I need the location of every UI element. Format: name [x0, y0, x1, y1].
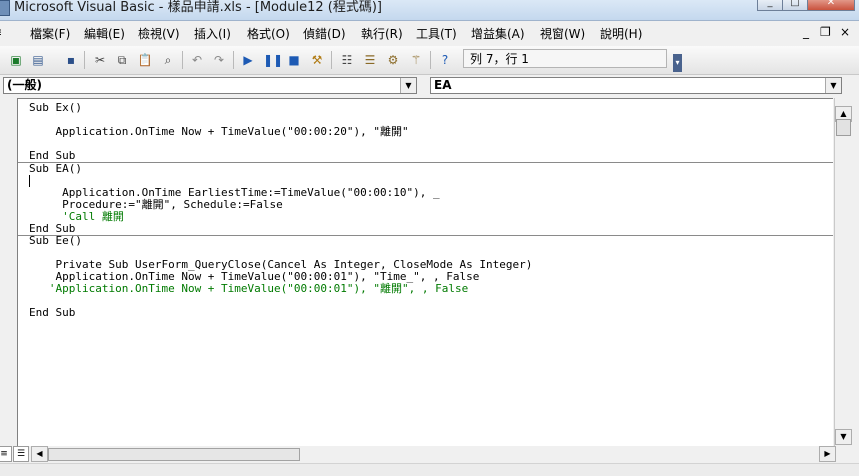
menu-file[interactable]: 檔案(F) — [30, 25, 70, 42]
title-bar: Microsoft Visual Basic - 樣品申請.xls - [Mod… — [0, 0, 859, 21]
full-module-view-icon[interactable]: ☰ — [13, 446, 29, 462]
menu-format[interactable]: 格式(O) — [247, 25, 290, 42]
mdi-restore-button[interactable]: ❐ — [820, 25, 831, 39]
menu-bar: ≡ 檔案(F) 編輯(E) 檢視(V) 插入(I) 格式(O) 偵錯(D) 執行… — [0, 21, 859, 45]
help-icon[interactable]: ? — [437, 52, 453, 68]
code-line[interactable]: 'Application.OnTime Now + TimeValue("00:… — [29, 283, 468, 295]
menu-insert[interactable]: 插入(I) — [194, 25, 231, 42]
menu-view[interactable]: 檢視(V) — [138, 25, 180, 42]
mdi-close-button[interactable]: × — [840, 25, 850, 39]
vertical-scrollbar[interactable]: ▲ ▼ — [834, 98, 852, 446]
insert-module-icon[interactable]: ▤ — [30, 52, 46, 68]
object-combo[interactable]: (一般) ▼ — [3, 77, 417, 94]
toolbar-separator — [331, 51, 332, 69]
find-icon[interactable]: ⌕ — [160, 52, 176, 68]
horizontal-scroll-thumb[interactable] — [48, 448, 300, 461]
mdi-minimize-button[interactable]: _ — [803, 25, 809, 39]
toolbar-options-icon[interactable]: ▾ — [673, 54, 682, 72]
paste-icon[interactable]: 📋 — [137, 52, 153, 68]
minimize-button[interactable]: _ — [757, 0, 783, 11]
code-line[interactable]: End Sub — [29, 307, 75, 319]
margin-indicator-bar[interactable] — [0, 98, 16, 446]
code-line[interactable]: Application.OnTime Now + TimeValue("00:0… — [29, 126, 408, 138]
procedure-separator — [18, 235, 833, 236]
undo-icon[interactable]: ↶ — [189, 52, 205, 68]
code-line[interactable]: Sub EA() — [29, 163, 82, 175]
copy-icon[interactable]: ⧉ — [114, 52, 130, 68]
vertical-scroll-thumb[interactable] — [836, 119, 851, 136]
design-mode-icon[interactable]: ⚒ — [309, 52, 325, 68]
menu-mdi-icon[interactable]: ≡ — [0, 25, 2, 39]
code-line[interactable]: End Sub — [29, 150, 75, 162]
procedure-combo[interactable]: EA ▼ — [430, 77, 842, 94]
properties-icon[interactable]: ☰ — [362, 52, 378, 68]
menu-edit[interactable]: 編輯(E) — [84, 25, 125, 42]
code-editor[interactable]: Sub Ex() Application.OnTime Now + TimeVa… — [17, 98, 833, 447]
project-explorer-icon[interactable]: ☷ — [339, 52, 355, 68]
menu-debug[interactable]: 偵錯(D) — [303, 25, 346, 42]
code-line[interactable]: Sub Ex() — [29, 102, 82, 114]
procedure-combo-value: EA — [434, 78, 452, 92]
menu-help[interactable]: 說明(H) — [600, 25, 642, 42]
cursor-position-display: 列 7，行 1 — [463, 49, 667, 68]
code-line[interactable]: Sub Ee() — [29, 235, 82, 247]
close-button[interactable]: ✕ — [807, 0, 855, 11]
menu-addins[interactable]: 增益集(A) — [471, 25, 525, 42]
standard-toolbar: ▣ ▤ ▪ ✂ ⧉ 📋 ⌕ ↶ ↷ ▶ ❚❚ ■ ⚒ ☷ ☰ ⚙ ⚚ ? 列 7… — [0, 46, 859, 75]
reset-icon[interactable]: ■ — [286, 52, 302, 68]
menu-tools[interactable]: 工具(T) — [416, 25, 457, 42]
status-bar — [0, 463, 859, 476]
redo-icon[interactable]: ↷ — [211, 52, 227, 68]
toolbar-separator — [233, 51, 234, 69]
view-and-hscroll-bar: ≡ ☰ ◀ ▶ — [0, 446, 859, 463]
toolbar-separator — [182, 51, 183, 69]
cut-icon[interactable]: ✂ — [92, 52, 108, 68]
save-icon[interactable]: ▪ — [63, 52, 79, 68]
vbe-app-icon[interactable] — [0, 0, 10, 16]
toolbar-separator — [430, 51, 431, 69]
toolbar-separator — [84, 51, 85, 69]
scroll-right-icon[interactable]: ▶ — [819, 446, 836, 462]
menu-window[interactable]: 視窗(W) — [540, 25, 585, 42]
window-title: Microsoft Visual Basic - 樣品申請.xls - [Mod… — [14, 0, 383, 15]
toolbox-icon[interactable]: ⚚ — [408, 52, 424, 68]
scroll-left-icon[interactable]: ◀ — [31, 446, 48, 462]
maximize-button[interactable]: □ — [782, 0, 808, 11]
procedure-view-icon[interactable]: ≡ — [0, 446, 12, 462]
scroll-down-icon[interactable]: ▼ — [835, 429, 852, 445]
menu-run[interactable]: 執行(R) — [361, 25, 403, 42]
chevron-down-icon[interactable]: ▼ — [400, 78, 416, 93]
object-browser-icon[interactable]: ⚙ — [385, 52, 401, 68]
object-combo-value: (一般) — [7, 78, 42, 92]
excel-view-icon[interactable]: ▣ — [8, 52, 24, 68]
break-icon[interactable]: ❚❚ — [263, 52, 283, 68]
run-icon[interactable]: ▶ — [240, 52, 256, 68]
chevron-down-icon[interactable]: ▼ — [825, 78, 841, 93]
procedure-separator — [18, 162, 833, 163]
